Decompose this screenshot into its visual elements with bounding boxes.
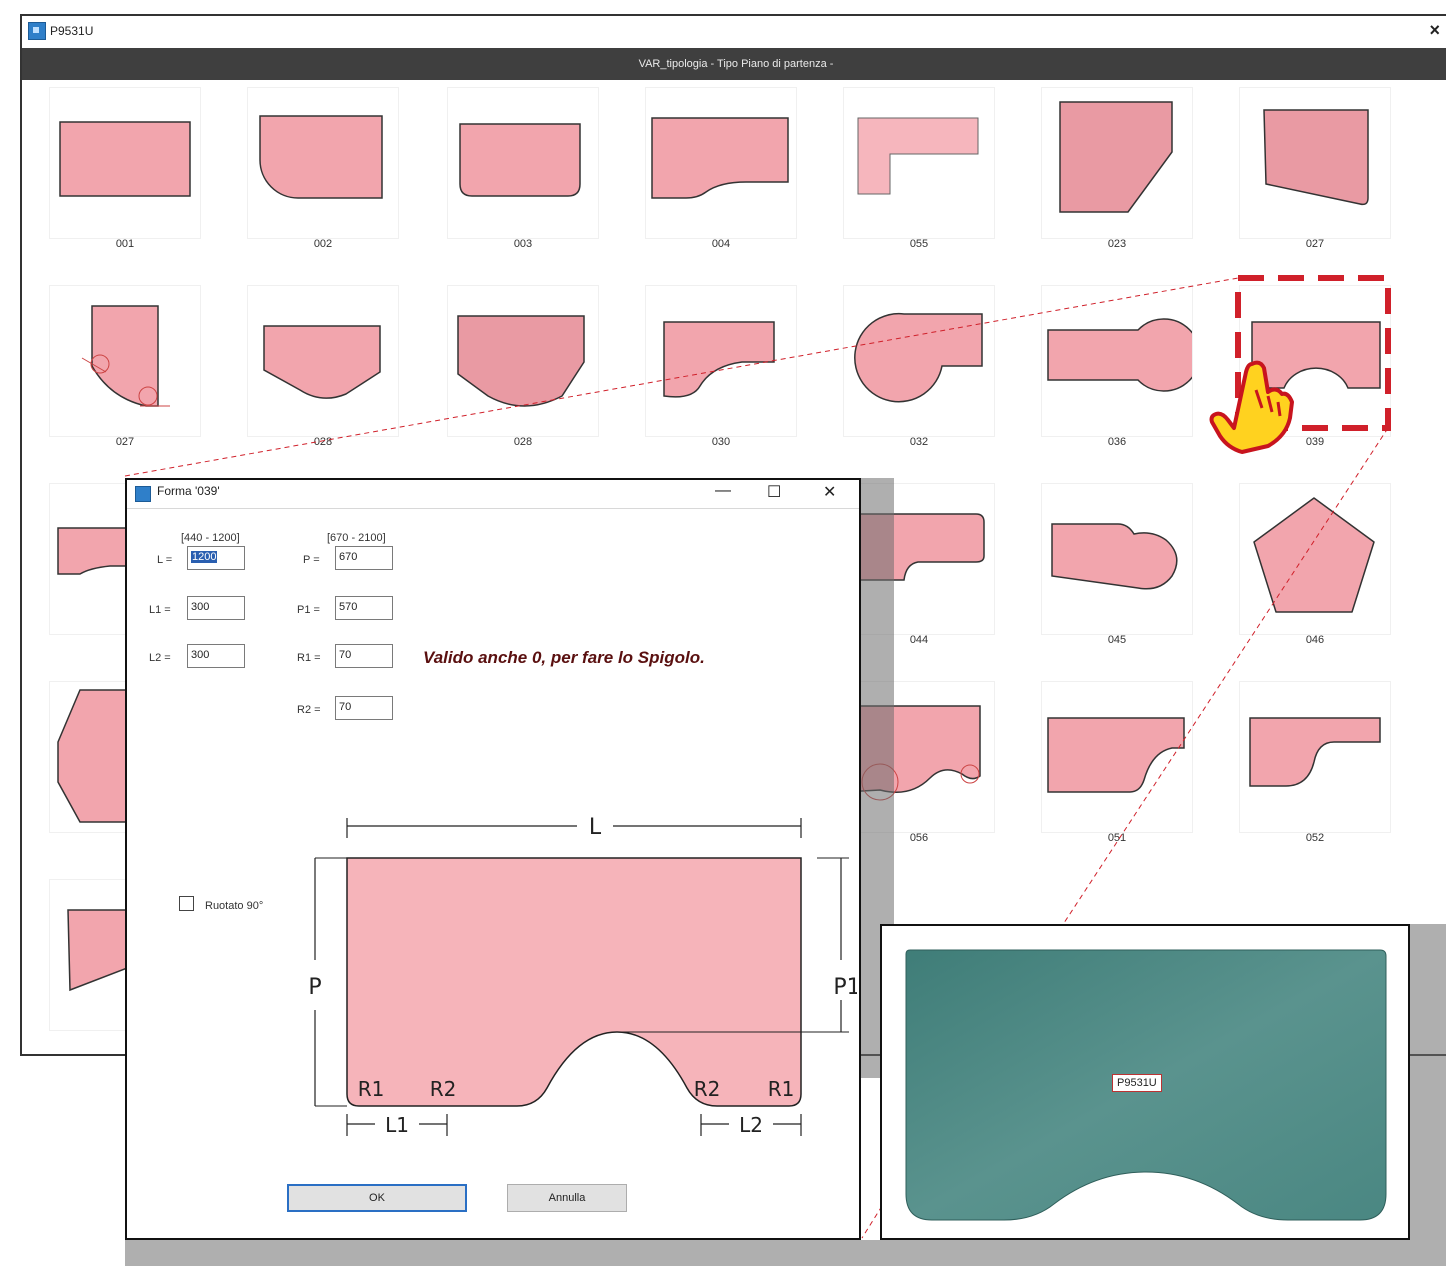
shape-tile-051[interactable] bbox=[1042, 682, 1192, 832]
rotate-checkbox[interactable] bbox=[179, 896, 194, 911]
app-icon bbox=[28, 22, 46, 40]
tile-label: 046 bbox=[1305, 634, 1325, 646]
l2-input[interactable]: 300 bbox=[187, 644, 245, 668]
tile-label: 052 bbox=[1305, 832, 1325, 844]
shape-tile-052[interactable] bbox=[1240, 682, 1390, 832]
tile-label: 027 bbox=[115, 436, 135, 448]
tile-label: 003 bbox=[513, 238, 533, 250]
shape-tile-003[interactable] bbox=[448, 88, 598, 238]
tile-label: 036 bbox=[1107, 436, 1127, 448]
diagram-label-r1-right: R1 bbox=[768, 1077, 795, 1101]
p-input[interactable]: 670 bbox=[335, 546, 393, 570]
tile-label: 002 bbox=[313, 238, 333, 250]
shape-tile-028a[interactable] bbox=[248, 286, 398, 436]
r1-input[interactable]: 70 bbox=[335, 644, 393, 668]
tile-label: 045 bbox=[1107, 634, 1127, 646]
range-p: [670 - 2100] bbox=[327, 532, 386, 544]
diagram-label-p: P bbox=[308, 975, 321, 1000]
shape-preview: P9531U bbox=[880, 924, 1410, 1240]
shape-tile-023[interactable] bbox=[1042, 88, 1192, 238]
window-title: P9531U bbox=[50, 24, 94, 38]
l-value: 1200 bbox=[191, 551, 218, 563]
ok-button[interactable]: OK bbox=[287, 1184, 467, 1212]
rotate-label: Ruotato 90° bbox=[205, 900, 264, 912]
diagram-label-r2-left: R2 bbox=[430, 1077, 457, 1101]
tile-label: 055 bbox=[909, 238, 929, 250]
l-input[interactable]: 1200 bbox=[187, 546, 245, 570]
dialog-app-icon bbox=[135, 486, 151, 502]
close-button[interactable]: × bbox=[1429, 20, 1440, 41]
shape-tile-027b[interactable] bbox=[50, 286, 200, 436]
shape-tile-055[interactable] bbox=[844, 88, 994, 238]
shape-tile-036[interactable] bbox=[1042, 286, 1192, 436]
diagram-label-l: L bbox=[589, 815, 602, 840]
tile-label: 030 bbox=[711, 436, 731, 448]
tile-label: 032 bbox=[909, 436, 929, 448]
tile-label: 001 bbox=[115, 238, 135, 250]
tile-label: 023 bbox=[1107, 238, 1127, 250]
maximize-button[interactable]: ☐ bbox=[767, 482, 781, 502]
shape-tile-002[interactable] bbox=[248, 88, 398, 238]
field-label-l1: L1 = bbox=[149, 604, 171, 616]
preview-code-label: P9531U bbox=[1112, 1074, 1162, 1092]
diagram-label-r2-right: R2 bbox=[694, 1077, 721, 1101]
p1-input[interactable]: 570 bbox=[335, 596, 393, 620]
shape-tile-028b[interactable] bbox=[448, 286, 598, 436]
tile-label: 051 bbox=[1107, 832, 1127, 844]
minimize-button[interactable]: — bbox=[715, 482, 731, 500]
diagram-label-l1: L1 bbox=[385, 1113, 409, 1137]
shape-tile-046[interactable] bbox=[1240, 484, 1390, 634]
field-label-p1: P1 = bbox=[297, 604, 320, 616]
tile-label: 028 bbox=[313, 436, 333, 448]
range-l: [440 - 1200] bbox=[181, 532, 240, 544]
l1-input[interactable]: 300 bbox=[187, 596, 245, 620]
title-separator bbox=[127, 508, 859, 509]
tile-label: 004 bbox=[711, 238, 731, 250]
diagram-label-p1: P1 bbox=[833, 975, 857, 1000]
shape-tile-030[interactable] bbox=[646, 286, 796, 436]
diagram-label-r1-left: R1 bbox=[358, 1077, 385, 1101]
shape-diagram: L P P1 R1 R2 R2 R1 L1 L2 bbox=[308, 815, 857, 1137]
r2-input[interactable]: 70 bbox=[335, 696, 393, 720]
shape-tile-032[interactable] bbox=[844, 286, 994, 436]
shape-tile-001[interactable] bbox=[50, 88, 200, 238]
field-label-l2: L2 = bbox=[149, 652, 171, 664]
shape-tile-027[interactable] bbox=[1240, 88, 1390, 238]
field-label-p: P = bbox=[303, 554, 320, 566]
tile-label: 027 bbox=[1305, 238, 1325, 250]
preview-shadow bbox=[1410, 924, 1446, 1240]
field-label-l: L = bbox=[157, 554, 173, 566]
field-label-r1: R1 = bbox=[297, 652, 321, 664]
hint-note: Valido anche 0, per fare lo Spigolo. bbox=[423, 648, 705, 667]
tile-label: 028 bbox=[513, 436, 533, 448]
dialog-close-button[interactable]: ✕ bbox=[823, 482, 836, 502]
shape-dialog: Forma '039' — ☐ ✕ [440 - 1200] [670 - 21… bbox=[125, 478, 861, 1240]
diagram-label-l2: L2 bbox=[739, 1113, 763, 1137]
dialog-shadow bbox=[125, 1240, 880, 1266]
shape-tile-045[interactable] bbox=[1042, 484, 1192, 634]
header-bar: VAR_tipologia - Tipo Piano di partenza - bbox=[22, 48, 1446, 80]
title-bar: P9531U × bbox=[22, 16, 1446, 48]
hand-pointer-icon bbox=[1209, 360, 1294, 454]
field-label-r2: R2 = bbox=[297, 704, 321, 716]
cancel-button[interactable]: Annulla bbox=[507, 1184, 627, 1212]
shape-tile-004[interactable] bbox=[646, 88, 796, 238]
preview-shadow bbox=[880, 1240, 1446, 1266]
dialog-title: Forma '039' bbox=[157, 484, 220, 498]
